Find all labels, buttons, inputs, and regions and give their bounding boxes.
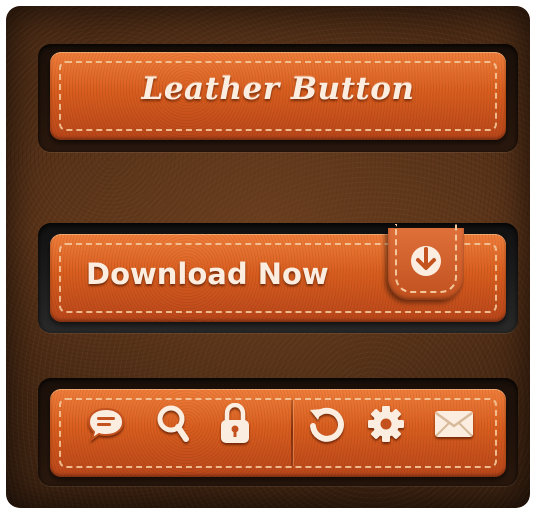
download-now-label: Download Now [86, 257, 329, 291]
settings-button[interactable] [364, 403, 408, 445]
chat-button[interactable] [84, 403, 128, 445]
download-tab [388, 224, 464, 300]
refresh-icon [310, 407, 344, 442]
leather-background-panel: Leather Button Download Now [6, 6, 530, 508]
search-button[interactable] [151, 403, 195, 445]
mail-button[interactable] [432, 403, 476, 445]
lock-icon [221, 403, 249, 443]
mail-icon [435, 411, 473, 437]
refresh-button[interactable] [304, 403, 348, 445]
icon-toolbar [50, 389, 506, 477]
lock-button[interactable] [213, 403, 257, 445]
gear-icon [368, 406, 404, 442]
search-icon [157, 405, 189, 442]
download-now-button[interactable]: Download Now [50, 224, 506, 322]
leather-button[interactable]: Leather Button [50, 52, 506, 140]
chat-bubble-icon [87, 407, 125, 442]
toolbar-divider [291, 400, 293, 466]
arrow-down-icon [411, 246, 441, 276]
leather-button-label: Leather Button [141, 71, 415, 107]
